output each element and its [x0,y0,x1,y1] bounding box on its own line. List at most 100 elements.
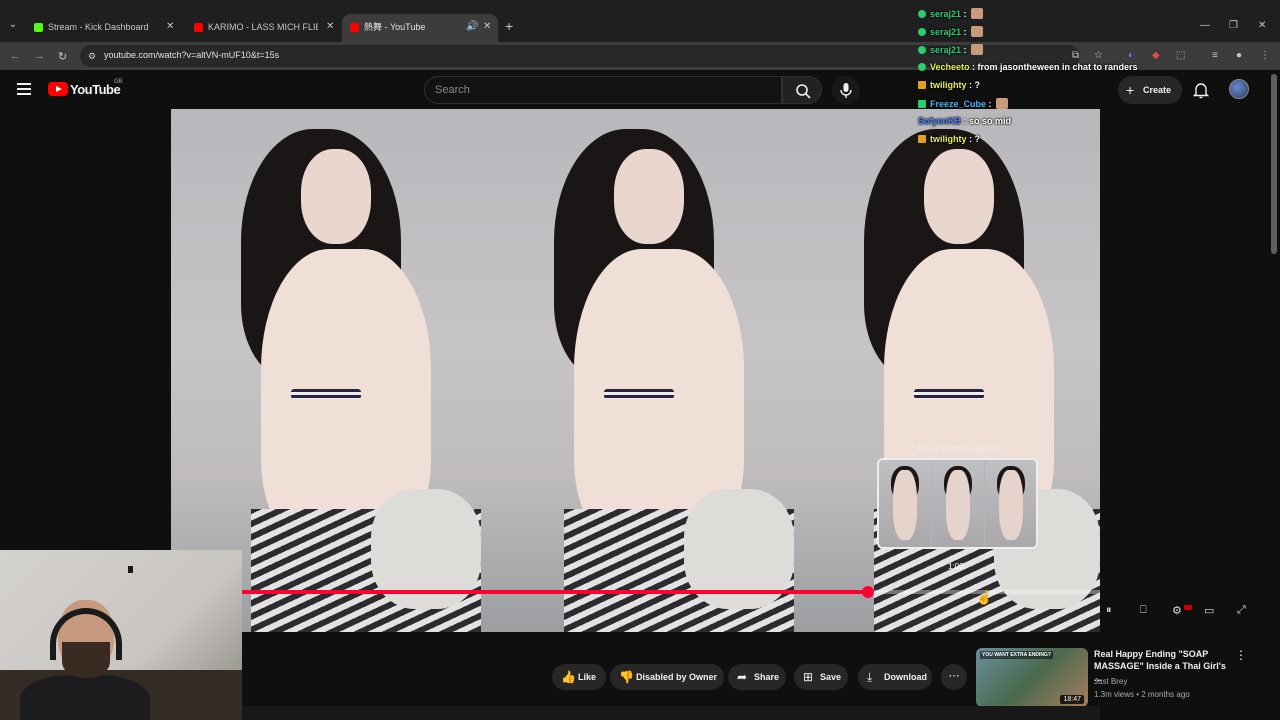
chat-text: ? [974,134,981,144]
related-video-thumbnail[interactable]: YOU WANT EXTRA ENDING? 18:47 [976,648,1088,707]
youtube-header: YouTube GB Search + Create [0,70,1280,110]
mouse-pointer-icon: ☝ [976,590,993,605]
tab-search-icon[interactable]: ⌄ [6,18,20,32]
browser-menu-icon[interactable]: ⋮ [1260,50,1270,61]
voice-search-button[interactable] [832,76,860,104]
back-arrow-icon[interactable]: ← [10,50,21,62]
theater-mode-icon[interactable]: ▭ [1204,604,1214,617]
settings-gear-icon[interactable]: ⚙ [1172,604,1182,617]
extensions-puzzle-icon[interactable]: ⬚ [1176,50,1185,61]
like-label: Like [578,672,597,682]
chat-message: twilighty : ? [918,80,980,94]
chat-username: seraj21 [930,45,962,55]
search-button[interactable] [782,76,822,104]
browser-tab-strip: ⌄ Stream - Kick Dashboard ✕ KARIMO - LAS… [0,0,1280,42]
save-label: Save [820,672,842,682]
chat-text: from jasontheween in chat to randers [977,62,1138,72]
tab-label: Stream - Kick Dashboard [48,22,149,32]
related-video-meta: 1.3m views • 2 months ago [1094,690,1190,699]
page-scrollbar[interactable] [1271,74,1277,254]
close-icon[interactable]: ✕ [483,14,491,40]
chat-message: seraj21 : [918,8,984,22]
search-icon [796,84,811,99]
save-playlist-icon: ⊞ [803,670,814,684]
chat-message: Vecheeto : from jasontheween in chat to … [918,62,1138,76]
dislike-label: Disabled by Owner [636,672,718,682]
share-button[interactable]: ➦ Share [728,664,786,690]
chat-username: Freeze_Cube [930,99,987,109]
minimize-icon[interactable]: — [1200,20,1210,31]
more-actions-icon[interactable]: ⋯ [941,664,967,690]
microphone-icon [840,83,852,98]
thumbnail-caption: YOU WANT EXTRA ENDING? [980,651,1053,659]
notifications-bell-icon[interactable] [1193,81,1209,99]
chat-message: twilighty : ? [918,134,980,148]
chat-message: Freeze_Cube : [918,98,1009,112]
seek-hint: ⌃ Pull up for precise seeking [910,446,1000,453]
media-control-icon[interactable]: ≡ [1212,50,1218,61]
chat-text: ? [974,80,981,90]
download-icon: ⤓ [867,670,873,684]
profile-icon[interactable]: ● [1236,50,1242,61]
chat-username: seraj21 [930,27,962,37]
youtube-logo-icon[interactable] [48,82,68,96]
below-video-strip [242,706,1100,720]
share-label: Share [754,672,780,682]
create-button[interactable]: + Create [1118,76,1182,104]
region-code: GB [114,79,123,85]
video-frame-panel [484,109,794,632]
seek-hint-text: Pull up for precise seeking [917,446,1000,453]
tab-youtube-active[interactable]: 熱舞 - YouTube 🔊 ✕ [342,14,498,42]
related-video-channel[interactable]: Just Brey [1094,677,1127,686]
kick-favicon-icon [34,23,43,32]
search-input[interactable]: Search [424,76,782,104]
autoplay-toggle-icon[interactable]: ⏸ [1106,604,1112,617]
thumbs-up-icon: 👍 [561,670,576,684]
extension-icon[interactable]: ◐ [1128,50,1134,61]
search-placeholder: Search [435,84,470,96]
download-button[interactable]: ⤓ Download [858,664,932,690]
emote-icon [971,44,984,55]
close-icon[interactable]: ✕ [326,16,334,38]
site-info-icon[interactable]: ⚙ [88,51,96,62]
save-button[interactable]: ⊞ Save [794,664,848,690]
create-label: Create [1143,85,1172,95]
speaker-icon[interactable]: 🔊 [466,14,478,40]
tab-kick-dashboard[interactable]: Stream - Kick Dashboard ✕ [26,16,186,38]
like-button[interactable]: 👍 Like [552,664,606,690]
chat-username: twilighty [930,134,967,144]
video-frame-panel [794,109,1100,632]
new-tab-plus-icon[interactable]: + [505,18,513,34]
video-duration: 18:47 [1060,695,1084,704]
bookmark-star-icon[interactable]: ☆ [1094,50,1103,61]
related-menu-icon[interactable]: ⋮ [1235,648,1247,662]
account-avatar[interactable] [1229,79,1249,99]
chat-message: SofyenKB : so so mid [918,116,1012,126]
progress-bar-played [242,590,868,594]
dislike-button[interactable]: 👎 Disabled by Owner [610,664,724,690]
chat-message: seraj21 : [918,26,984,40]
url-text: youtube.com/watch?v=altVN-mUF10&t=15s [104,50,280,60]
emote-icon [971,26,984,37]
plus-icon: + [1126,82,1135,98]
progress-scrubber-handle[interactable] [862,586,874,598]
video-player[interactable] [171,109,1100,632]
subtitles-icon[interactable]: ⎕ [1140,604,1147,617]
hamburger-menu-icon[interactable] [17,83,31,95]
close-icon[interactable]: ✕ [166,16,174,38]
youtube-favicon-icon [350,23,359,32]
fullscreen-icon[interactable]: ⤢ [1237,604,1246,617]
close-window-icon[interactable]: ✕ [1258,20,1266,31]
chat-username: seraj21 [930,9,962,19]
youtube-logo-text[interactable]: YouTube [70,82,121,97]
tab-label: 熱舞 - YouTube [364,22,426,32]
extension-icon[interactable]: ◆ [1152,50,1160,61]
seek-preview-thumbnail [877,458,1038,549]
hd-badge [1184,605,1192,610]
tab-karimo[interactable]: KARIMO - LASS MICH FLIEGEN ✕ [186,16,346,38]
reload-icon[interactable]: ↻ [58,50,67,63]
chat-message: seraj21 : [918,44,984,58]
forward-arrow-icon[interactable]: → [34,50,45,62]
restore-icon[interactable]: ❐ [1229,20,1238,31]
install-app-icon[interactable]: ⧉ [1072,50,1079,61]
